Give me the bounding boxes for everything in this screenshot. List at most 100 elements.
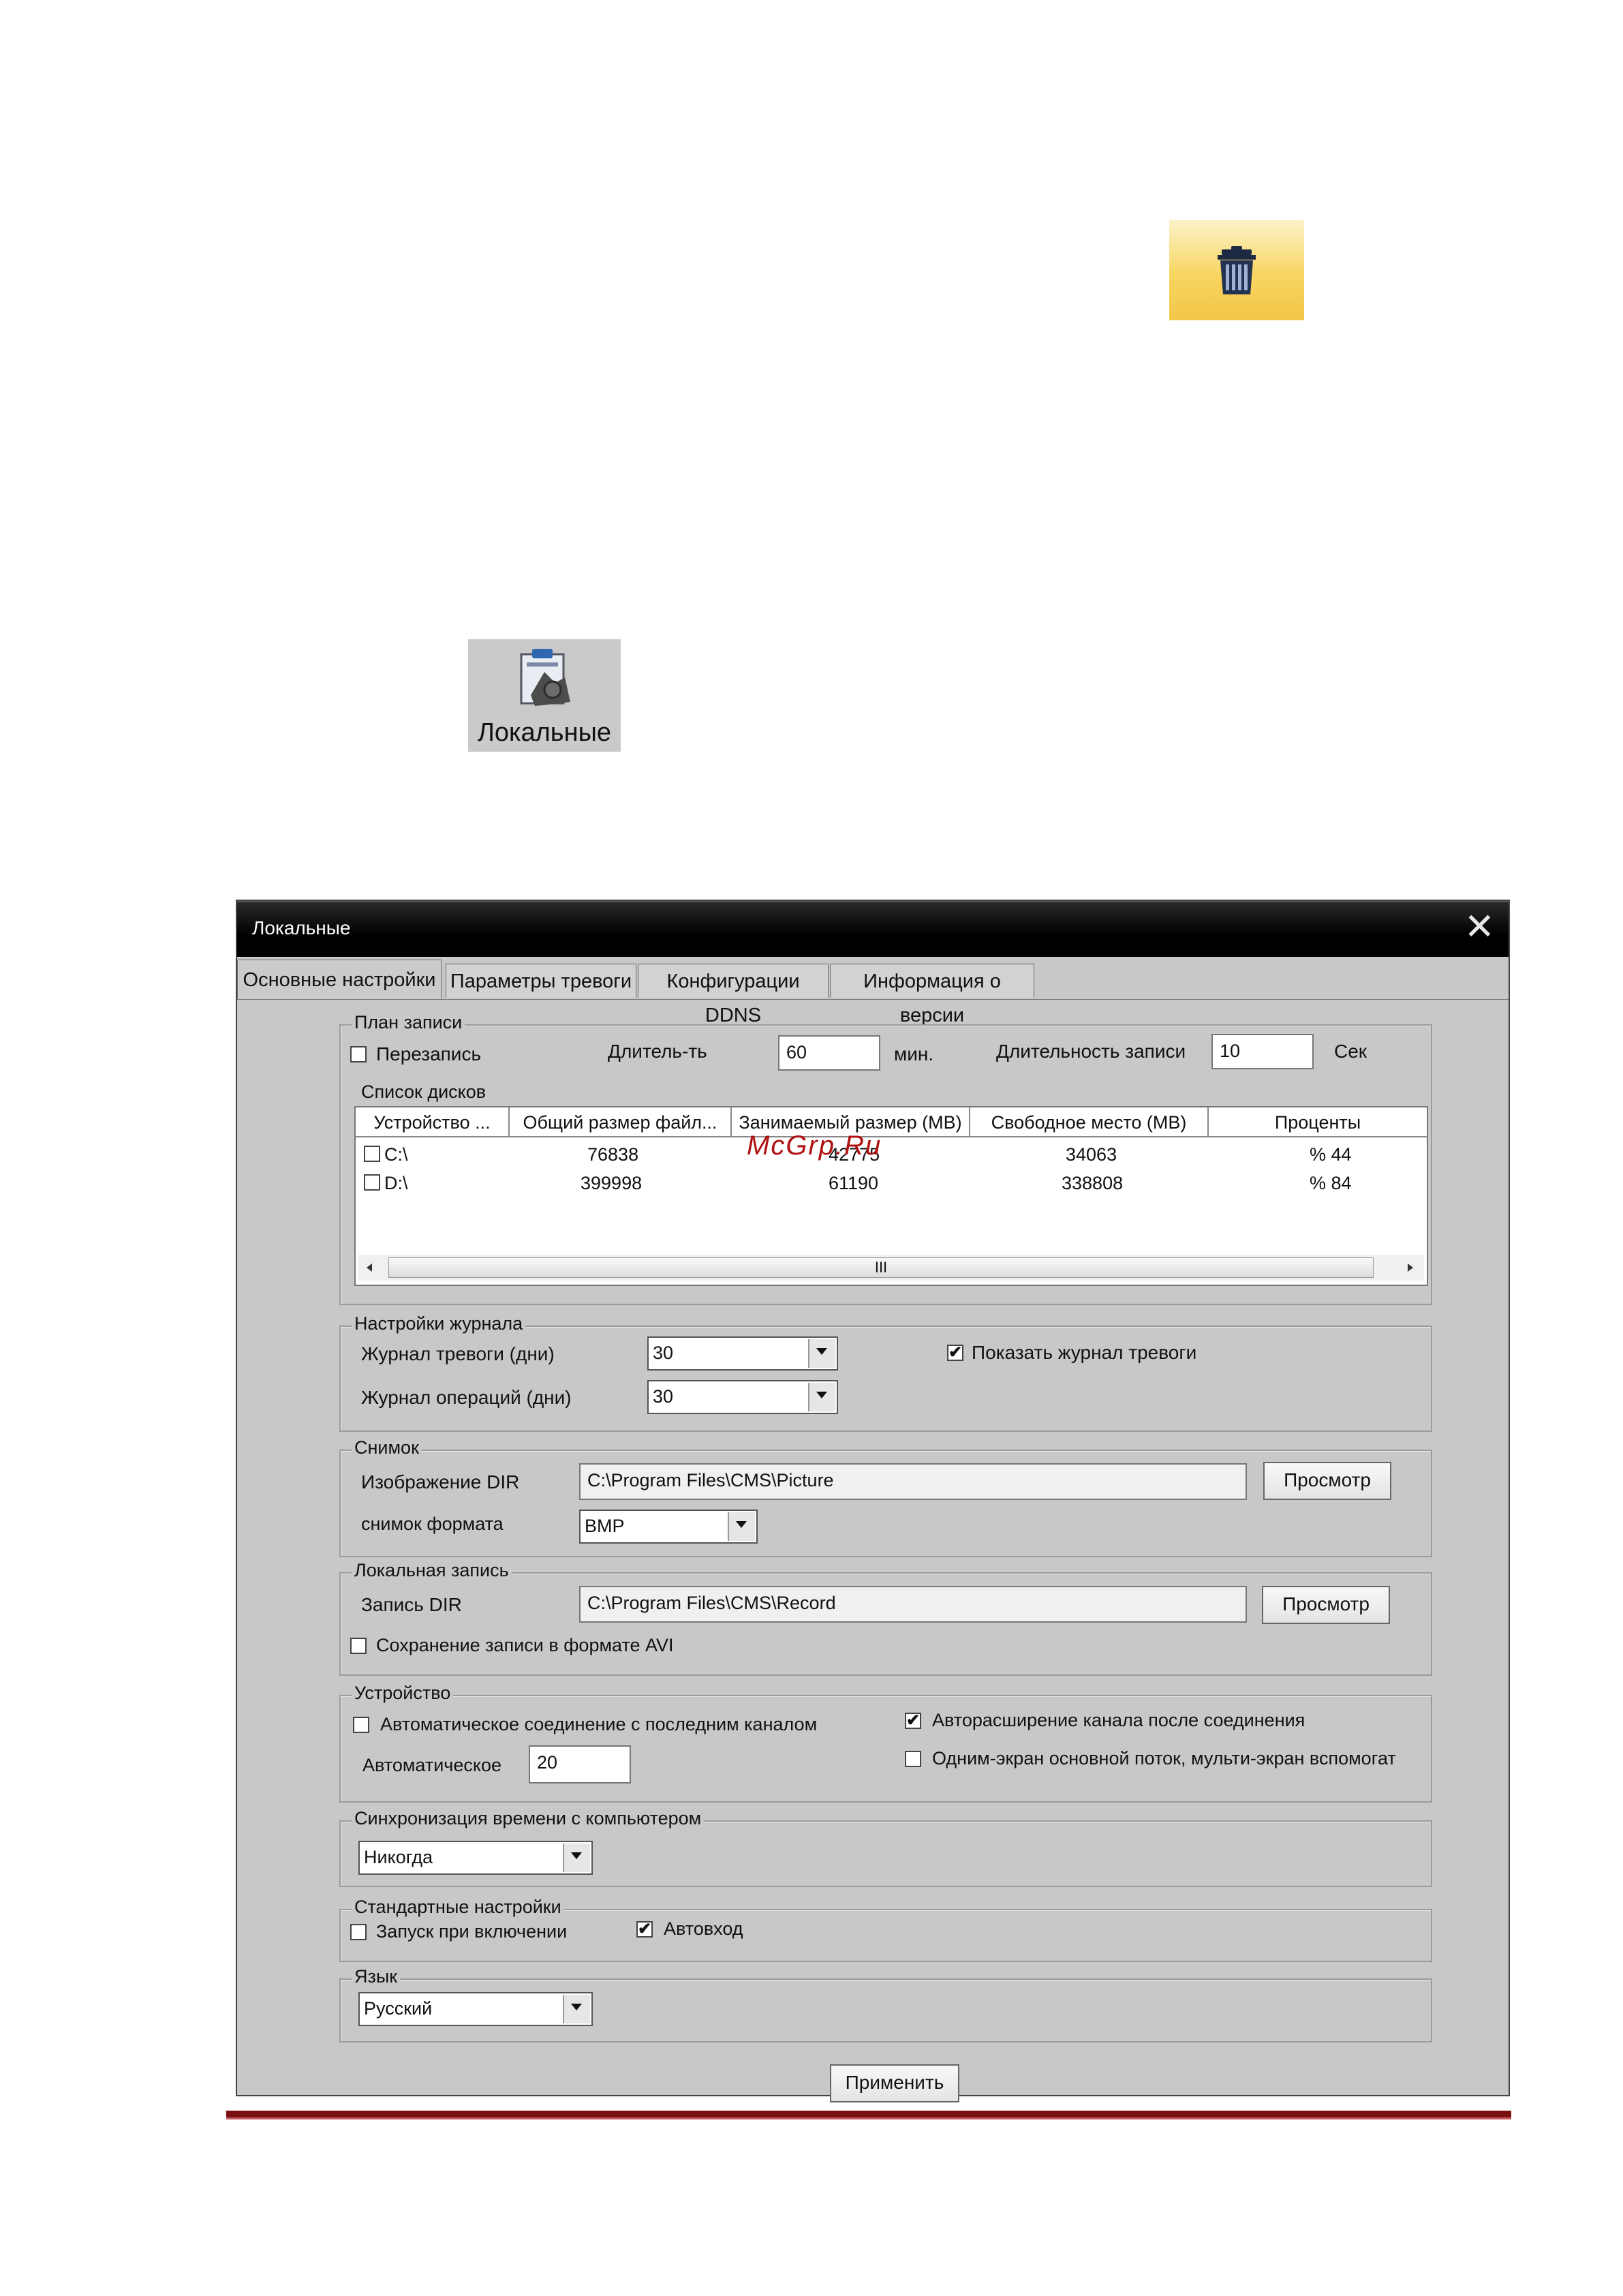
alarm-log-value: 30 [653, 1343, 674, 1363]
disk-c-checkbox[interactable] [364, 1146, 380, 1162]
show-alarm-log-checkbox[interactable]: ✔ [947, 1345, 963, 1361]
scroll-thumb[interactable]: III [388, 1257, 1374, 1278]
record-plan-group: План записи Перезапись Длитель-ть 60 мин… [339, 1012, 1432, 1305]
time-sync-label: Синхронизация времени с компьютером [352, 1808, 705, 1829]
auto-expand-label: Авторасширение канала после соединения [932, 1710, 1305, 1730]
tab-alarm-settings[interactable]: Параметры тревоги [446, 964, 636, 998]
language-value: Русский [364, 1998, 433, 2019]
overwrite-label: Перезапись [376, 1043, 482, 1065]
record-dir-field[interactable]: C:\Program Files\CMS\Record [579, 1586, 1247, 1623]
column-header-device[interactable]: Устройство ... [356, 1107, 510, 1137]
time-sync-group: Синхронизация времени с компьютером Нико… [339, 1808, 1432, 1887]
single-screen-label: Одним-экран основной поток, мульти-экран… [932, 1748, 1396, 1769]
single-screen-checkbox[interactable] [905, 1751, 921, 1767]
trash-icon [1218, 246, 1256, 294]
disk-d-checkbox[interactable] [364, 1174, 380, 1191]
record-duration-unit: Сек [1334, 1041, 1367, 1062]
tab-version-info[interactable]: Информация о версии [830, 964, 1034, 1026]
chevron-down-icon[interactable] [728, 1512, 755, 1541]
alarm-log-label: Журнал тревоги (дни) [361, 1343, 555, 1364]
record-duration-input[interactable]: 10 [1211, 1034, 1314, 1069]
local-settings-dialog: Локальные ✕ Основные настройки Параметры… [236, 900, 1510, 2102]
record-browse-button[interactable]: Просмотр [1262, 1586, 1390, 1624]
autologin-label: Автовход [664, 1918, 743, 1939]
auto-input[interactable]: 20 [529, 1745, 631, 1784]
alarm-log-select[interactable]: 30 [647, 1336, 838, 1371]
auto-connect-checkbox[interactable] [353, 1717, 369, 1733]
duration-input[interactable]: 60 [778, 1035, 880, 1071]
log-settings-group: Настройки журнала Журнал тревоги (дни) 3… [339, 1313, 1432, 1432]
disk-device: D:\ [384, 1173, 408, 1193]
duration-unit: мин. [894, 1043, 934, 1065]
overwrite-checkbox[interactable] [350, 1046, 367, 1062]
column-header-total-size[interactable]: Общий размер файл... [510, 1107, 732, 1137]
language-group: Язык Русский [339, 1966, 1432, 2042]
horizontal-scrollbar[interactable]: III [358, 1255, 1424, 1281]
watermark: McGrp.Ru [747, 1131, 882, 1161]
disk-total: 399998 [581, 1173, 643, 1193]
startup-checkbox[interactable] [350, 1924, 367, 1940]
language-select[interactable]: Русский [358, 1992, 593, 2026]
record-plan-label: План записи [352, 1012, 465, 1033]
disk-free: 338808 [1062, 1173, 1124, 1193]
startup-label: Запуск при включении [376, 1921, 568, 1942]
disk-free: 34063 [1066, 1144, 1117, 1165]
duration-label: Длитель-ть [608, 1041, 707, 1062]
language-label: Язык [352, 1966, 401, 1987]
snapshot-dir-label: Изображение DIR [361, 1471, 520, 1493]
title-bar: Локальные ✕ [237, 901, 1509, 957]
default-settings-label: Стандартные настройки [352, 1897, 564, 1918]
footer-divider [226, 2111, 1511, 2119]
snapshot-browse-button[interactable]: Просмотр [1263, 1462, 1391, 1500]
local-settings-button[interactable]: Локальные [468, 639, 621, 752]
tab-panel: План записи Перезапись Длитель-ть 60 мин… [237, 999, 1509, 2102]
disk-list: Устройство ... Общий размер файл... Зани… [354, 1106, 1428, 1286]
apply-button[interactable]: Применить [830, 2064, 959, 2102]
column-header-free-space[interactable]: Свободное место (MB) [970, 1107, 1209, 1137]
autologin-checkbox[interactable]: ✔ [636, 1921, 653, 1938]
time-sync-select[interactable]: Никогда [358, 1841, 593, 1875]
snapshot-label: Снимок [352, 1437, 422, 1458]
delete-button[interactable] [1169, 220, 1304, 320]
disk-total: 76838 [587, 1144, 639, 1165]
chevron-down-icon[interactable] [808, 1339, 835, 1368]
chevron-down-icon[interactable] [563, 1995, 590, 2023]
disk-list-label: Список дисков [361, 1082, 486, 1102]
show-alarm-log-label: Показать журнал тревоги [972, 1342, 1197, 1363]
auto-label: Автоматическое [362, 1755, 502, 1775]
default-settings-group: Стандартные настройки Запуск при включен… [339, 1897, 1432, 1962]
scroll-grip: III [874, 1259, 888, 1276]
avi-checkbox[interactable] [350, 1638, 367, 1654]
operation-log-value: 30 [653, 1386, 674, 1407]
scroll-right-icon[interactable] [1406, 1263, 1415, 1272]
local-settings-icon [520, 649, 570, 706]
operation-log-label: Журнал операций (дни) [361, 1387, 572, 1408]
local-record-group: Локальная запись Запись DIR C:\Program F… [339, 1560, 1432, 1676]
column-header-percent[interactable]: Проценты [1209, 1107, 1427, 1137]
disk-used: 61190 [829, 1173, 879, 1193]
device-group: Устройство Автоматическое соединение с п… [339, 1683, 1432, 1803]
scroll-left-icon[interactable] [365, 1263, 373, 1272]
chevron-down-icon[interactable] [808, 1383, 835, 1411]
device-label: Устройство [352, 1683, 454, 1704]
time-sync-value: Никогда [364, 1847, 433, 1867]
close-icon[interactable]: ✕ [1464, 906, 1495, 947]
auto-connect-label: Автоматическое соединение с последним ка… [380, 1714, 818, 1734]
log-settings-label: Настройки журнала [352, 1313, 526, 1334]
tab-ddns-config[interactable]: Конфигурации DDNS [638, 964, 829, 1026]
snapshot-format-select[interactable]: BMP [579, 1510, 758, 1544]
local-record-label: Локальная запись [352, 1560, 512, 1581]
tab-basic-settings[interactable]: Основные настройки [237, 960, 442, 999]
local-settings-label: Локальные [477, 718, 612, 747]
snapshot-dir-field[interactable]: C:\Program Files\CMS\Picture [579, 1463, 1247, 1500]
record-duration-label: Длительность записи [996, 1041, 1186, 1062]
disk-percent: % 84 [1310, 1173, 1352, 1193]
snapshot-group: Снимок Изображение DIR C:\Program Files\… [339, 1437, 1432, 1557]
snapshot-format-value: BMP [585, 1516, 625, 1536]
chevron-down-icon[interactable] [563, 1843, 590, 1872]
avi-label: Сохранение записи в формате AVI [376, 1635, 674, 1655]
dialog-title: Локальные [252, 917, 351, 938]
operation-log-select[interactable]: 30 [647, 1380, 838, 1414]
auto-expand-checkbox[interactable]: ✔ [905, 1713, 921, 1729]
disk-percent: % 44 [1310, 1144, 1352, 1165]
